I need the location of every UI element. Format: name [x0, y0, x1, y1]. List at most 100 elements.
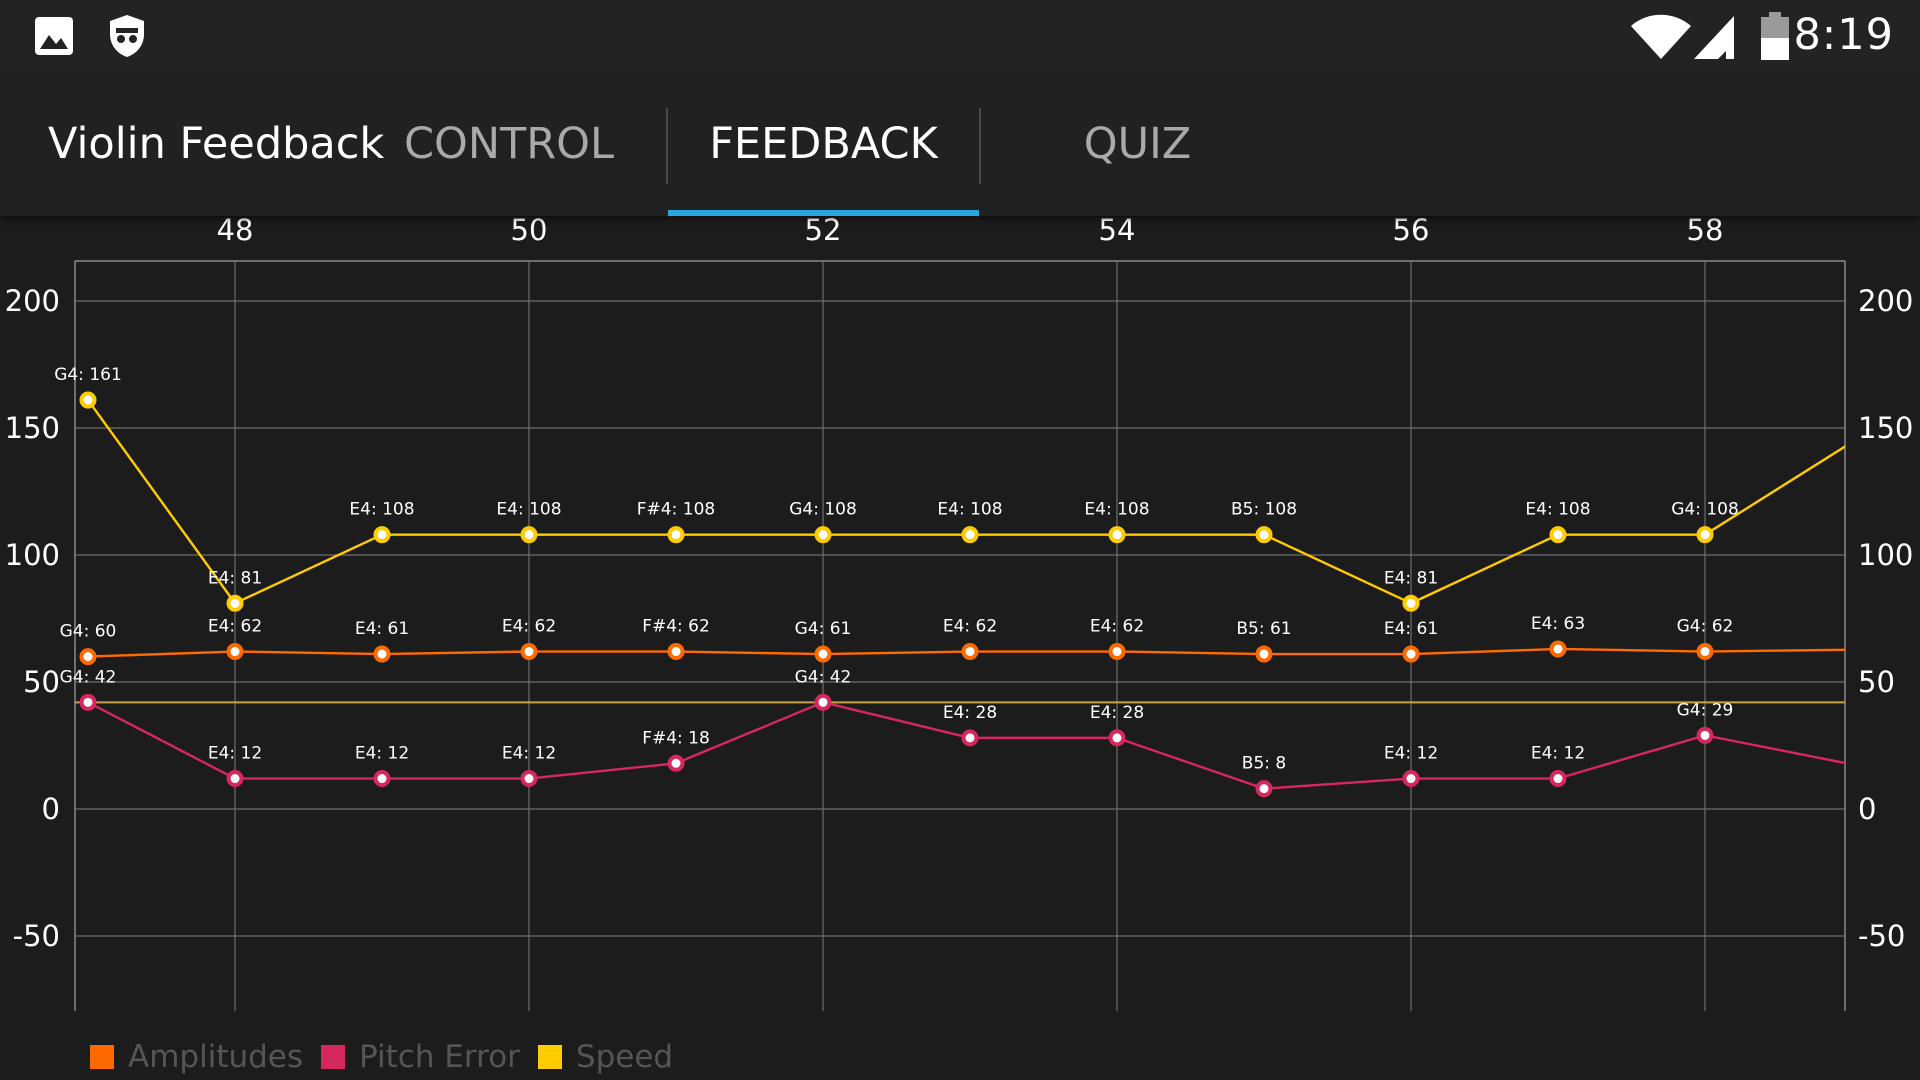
battery-icon — [1761, 12, 1789, 60]
legend-swatch — [321, 1045, 346, 1069]
series-speed-point — [1402, 594, 1420, 612]
series-amplitudes-data-label: G4: 61 — [795, 619, 852, 639]
legend-label: Amplitudes — [128, 1039, 304, 1075]
series-amplitudes-point — [1549, 640, 1567, 658]
series-speed-point — [667, 526, 685, 544]
series-speed-point — [373, 526, 391, 544]
series-pitch-error-data-label: G4: 42 — [60, 667, 117, 687]
series-pitch-error-data-label: E4: 12 — [1384, 744, 1438, 764]
series-speed-data-label: E4: 81 — [1384, 568, 1438, 588]
series-amplitudes-data-label: E4: 62 — [208, 617, 262, 637]
legend-item-pitch-error: Pitch Error — [321, 1039, 520, 1075]
series-pitch-error-data-label: B5: 8 — [1242, 754, 1286, 774]
y-tick-label-right: 200 — [1858, 284, 1913, 318]
x-tick-label: 58 — [1687, 216, 1724, 247]
series-amplitudes-point — [814, 645, 832, 663]
series-speed-data-label: E4: 108 — [496, 500, 561, 520]
legend-item-speed: Speed — [537, 1039, 673, 1075]
series-speed-data-label: F#4: 108 — [637, 500, 715, 520]
series-speed-point — [1696, 526, 1714, 544]
cell-signal-icon — [1694, 16, 1734, 59]
series-amplitudes-data-label: E4: 62 — [943, 617, 997, 637]
series-pitch-error-point — [667, 754, 685, 772]
series-pitch-error-point — [373, 770, 391, 788]
legend-label: Pitch Error — [359, 1039, 520, 1075]
series-amplitudes-data-label: E4: 61 — [1384, 619, 1438, 639]
series-speed-data-label: E4: 81 — [208, 568, 262, 588]
series-amplitudes-data-label: E4: 62 — [1090, 617, 1144, 637]
app-title: Violin Feedback — [48, 119, 385, 169]
series-amplitudes-point — [520, 643, 538, 661]
status-bar-clock: 8:19 — [1793, 10, 1894, 60]
series-amplitudes-point — [667, 643, 685, 661]
y-tick-label-right: 150 — [1858, 411, 1913, 445]
feedback-chart[interactable]: 48 50 52 54 56 58 200 200 150 150 100 100 50 50 0 0 -50 -… — [0, 216, 1920, 1080]
y-tick-label-left: 100 — [5, 538, 60, 572]
series-amplitudes-line — [87, 647, 1845, 658]
y-tick-label-left: 200 — [5, 284, 60, 318]
series-amplitudes-data-label: F#4: 62 — [642, 617, 710, 637]
series-amplitudes-point — [961, 643, 979, 661]
series-amplitudes-point — [79, 648, 97, 666]
series-pitch-error-point — [226, 770, 244, 788]
series-pitch-error-point — [79, 693, 97, 711]
series-pitch-error-point — [1255, 780, 1273, 798]
active-tab-indicator — [668, 210, 979, 216]
series-speed-point — [1255, 526, 1273, 544]
series-amplitudes-point — [1255, 645, 1273, 663]
line-chart[interactable]: 48 50 52 54 56 58 200 200 150 150 100 100 50 50 0 0 -50 -… — [0, 216, 1920, 1080]
tab-feedback[interactable]: FEEDBACK — [668, 119, 979, 169]
series-speed-data-label: G4: 108 — [1671, 500, 1739, 520]
series-pitch-error-point — [520, 770, 538, 788]
tab-quiz[interactable]: QUIZ — [1060, 119, 1215, 169]
series-pitch-error-data-label: E4: 12 — [208, 744, 262, 764]
x-tick-label: 54 — [1099, 216, 1136, 247]
series-pitch-error-data-label: E4: 28 — [1090, 703, 1144, 723]
y-tick-label-right: 0 — [1858, 792, 1876, 826]
chart-legend: Amplitudes Pitch Error Speed — [90, 1039, 691, 1075]
x-tick-label: 52 — [805, 216, 842, 247]
series-speed-point — [226, 594, 244, 612]
series-amplitudes-data-label: E4: 63 — [1531, 614, 1585, 634]
series-pitch-error-data-label: G4: 42 — [795, 667, 852, 687]
legend-swatch — [537, 1045, 562, 1069]
series-amplitudes-point — [1696, 643, 1714, 661]
wifi-icon — [1631, 14, 1691, 59]
series-amplitudes-data-label: G4: 62 — [1677, 617, 1734, 637]
series-speed-data-label: E4: 108 — [1525, 500, 1590, 520]
series-pitch-error-point — [961, 729, 979, 747]
series-amplitudes-data-label: G4: 60 — [60, 622, 117, 642]
series-speed-data-label: E4: 108 — [349, 500, 414, 520]
series-amplitudes-point — [226, 643, 244, 661]
y-tick-label-right: -50 — [1858, 919, 1905, 953]
app-bar: Violin Feedback CONTROL FEEDBACK QUIZ — [0, 72, 1920, 216]
series-speed-point — [961, 526, 979, 544]
series-pitch-error-data-label: F#4: 18 — [642, 728, 710, 748]
series-amplitudes-point — [1402, 645, 1420, 663]
series-pitch-error-point — [1549, 770, 1567, 788]
series-pitch-error-data-label: E4: 28 — [943, 703, 997, 723]
image-icon — [35, 17, 73, 55]
series-pitch-error-point — [1696, 726, 1714, 744]
tab-control[interactable]: CONTROL — [396, 119, 622, 169]
series-pitch-error-point — [814, 693, 832, 711]
status-bar: 8:19 — [0, 0, 1920, 72]
series-amplitudes-data-label: B5: 61 — [1236, 619, 1291, 639]
series-amplitudes-point — [1108, 643, 1126, 661]
series-speed-point — [520, 526, 538, 544]
series-speed-data-label: G4: 161 — [54, 365, 122, 385]
series-amplitudes-point — [373, 645, 391, 663]
y-tick-label-left: 0 — [42, 792, 60, 826]
series-speed-data-label: B5: 108 — [1231, 500, 1297, 520]
series-pitch-error-point — [1108, 729, 1126, 747]
y-tick-label-left: -50 — [13, 919, 60, 953]
legend-item-amplitudes: Amplitudes — [90, 1039, 303, 1075]
series-speed-point — [1108, 526, 1126, 544]
series-pitch-error-data-label: E4: 12 — [502, 744, 556, 764]
y-tick-label-left: 150 — [5, 411, 60, 445]
series-amplitudes-data-label: E4: 61 — [355, 619, 409, 639]
series-speed-data-label: E4: 108 — [1084, 500, 1149, 520]
series-speed-point — [79, 391, 97, 409]
series-speed-data-label: G4: 108 — [789, 500, 857, 520]
y-tick-label-right: 100 — [1858, 538, 1913, 572]
